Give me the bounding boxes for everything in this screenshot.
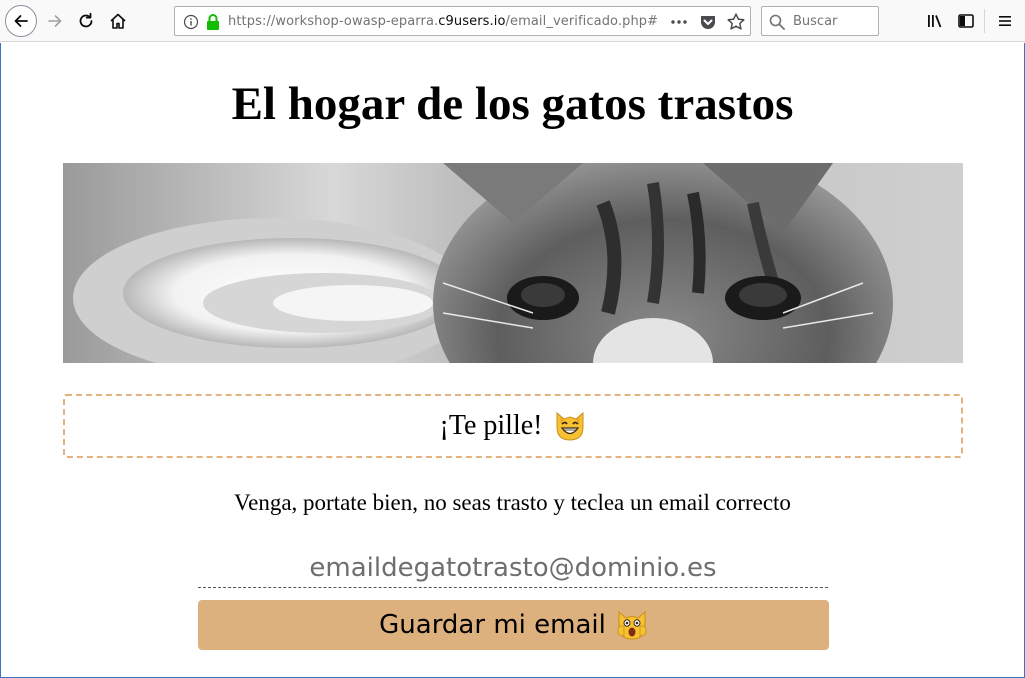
url-host: c9users.io — [438, 14, 506, 29]
search-placeholder: Buscar — [793, 14, 838, 29]
forward-button[interactable] — [40, 6, 70, 36]
lock-icon[interactable] — [205, 13, 221, 31]
url-text[interactable]: https://workshop-owasp-eparra.c9users.io… — [228, 13, 658, 31]
alert-text: ¡Te pille! — [439, 410, 543, 441]
arrow-right-icon — [48, 15, 62, 27]
url-prefix: https://workshop-owasp-eparra. — [228, 14, 439, 29]
home-button[interactable] — [103, 6, 133, 36]
grinning-cat-icon — [556, 411, 583, 441]
page-content: El hogar de los gatos trastos ¡Te pille!… — [0, 43, 1025, 678]
home-icon — [110, 13, 126, 29]
reload-button[interactable] — [71, 6, 101, 36]
save-button-label: Guardar mi email — [379, 610, 606, 640]
alert-box: ¡Te pille! — [63, 394, 963, 458]
instructions-text: Venga, portate bien, no seas trasto y te… — [234, 490, 791, 515]
weary-cat-icon — [617, 610, 647, 640]
kitten-banner-image — [63, 163, 963, 363]
hamburger-menu-icon — [999, 16, 1011, 26]
save-email-button[interactable]: Guardar mi email — [198, 600, 829, 650]
library-icon — [928, 15, 942, 28]
bookmark-star-icon[interactable] — [726, 12, 746, 32]
sidebar-button[interactable] — [951, 6, 981, 36]
browser-toolbar: https://workshop-owasp-eparra.c9users.io… — [0, 0, 1025, 42]
info-icon[interactable] — [183, 14, 199, 30]
page-actions-icon[interactable] — [669, 14, 689, 30]
menu-button[interactable] — [990, 6, 1020, 36]
back-button[interactable] — [5, 5, 37, 37]
email-input[interactable] — [198, 548, 828, 588]
library-button[interactable] — [920, 6, 950, 36]
arrow-left-icon — [14, 15, 28, 27]
kitten-photo — [63, 163, 963, 363]
reload-icon — [79, 12, 93, 28]
sidebar-icon — [958, 14, 974, 28]
toolbar-divider — [984, 9, 985, 33]
url-bar[interactable]: https://workshop-owasp-eparra.c9users.io… — [174, 6, 751, 36]
page-title: El hogar de los gatos trastos — [231, 78, 794, 130]
search-icon — [769, 14, 785, 30]
pocket-icon[interactable] — [699, 13, 717, 31]
url-path: /email_verificado.php# — [505, 14, 659, 29]
search-bar[interactable]: Buscar — [761, 6, 879, 36]
